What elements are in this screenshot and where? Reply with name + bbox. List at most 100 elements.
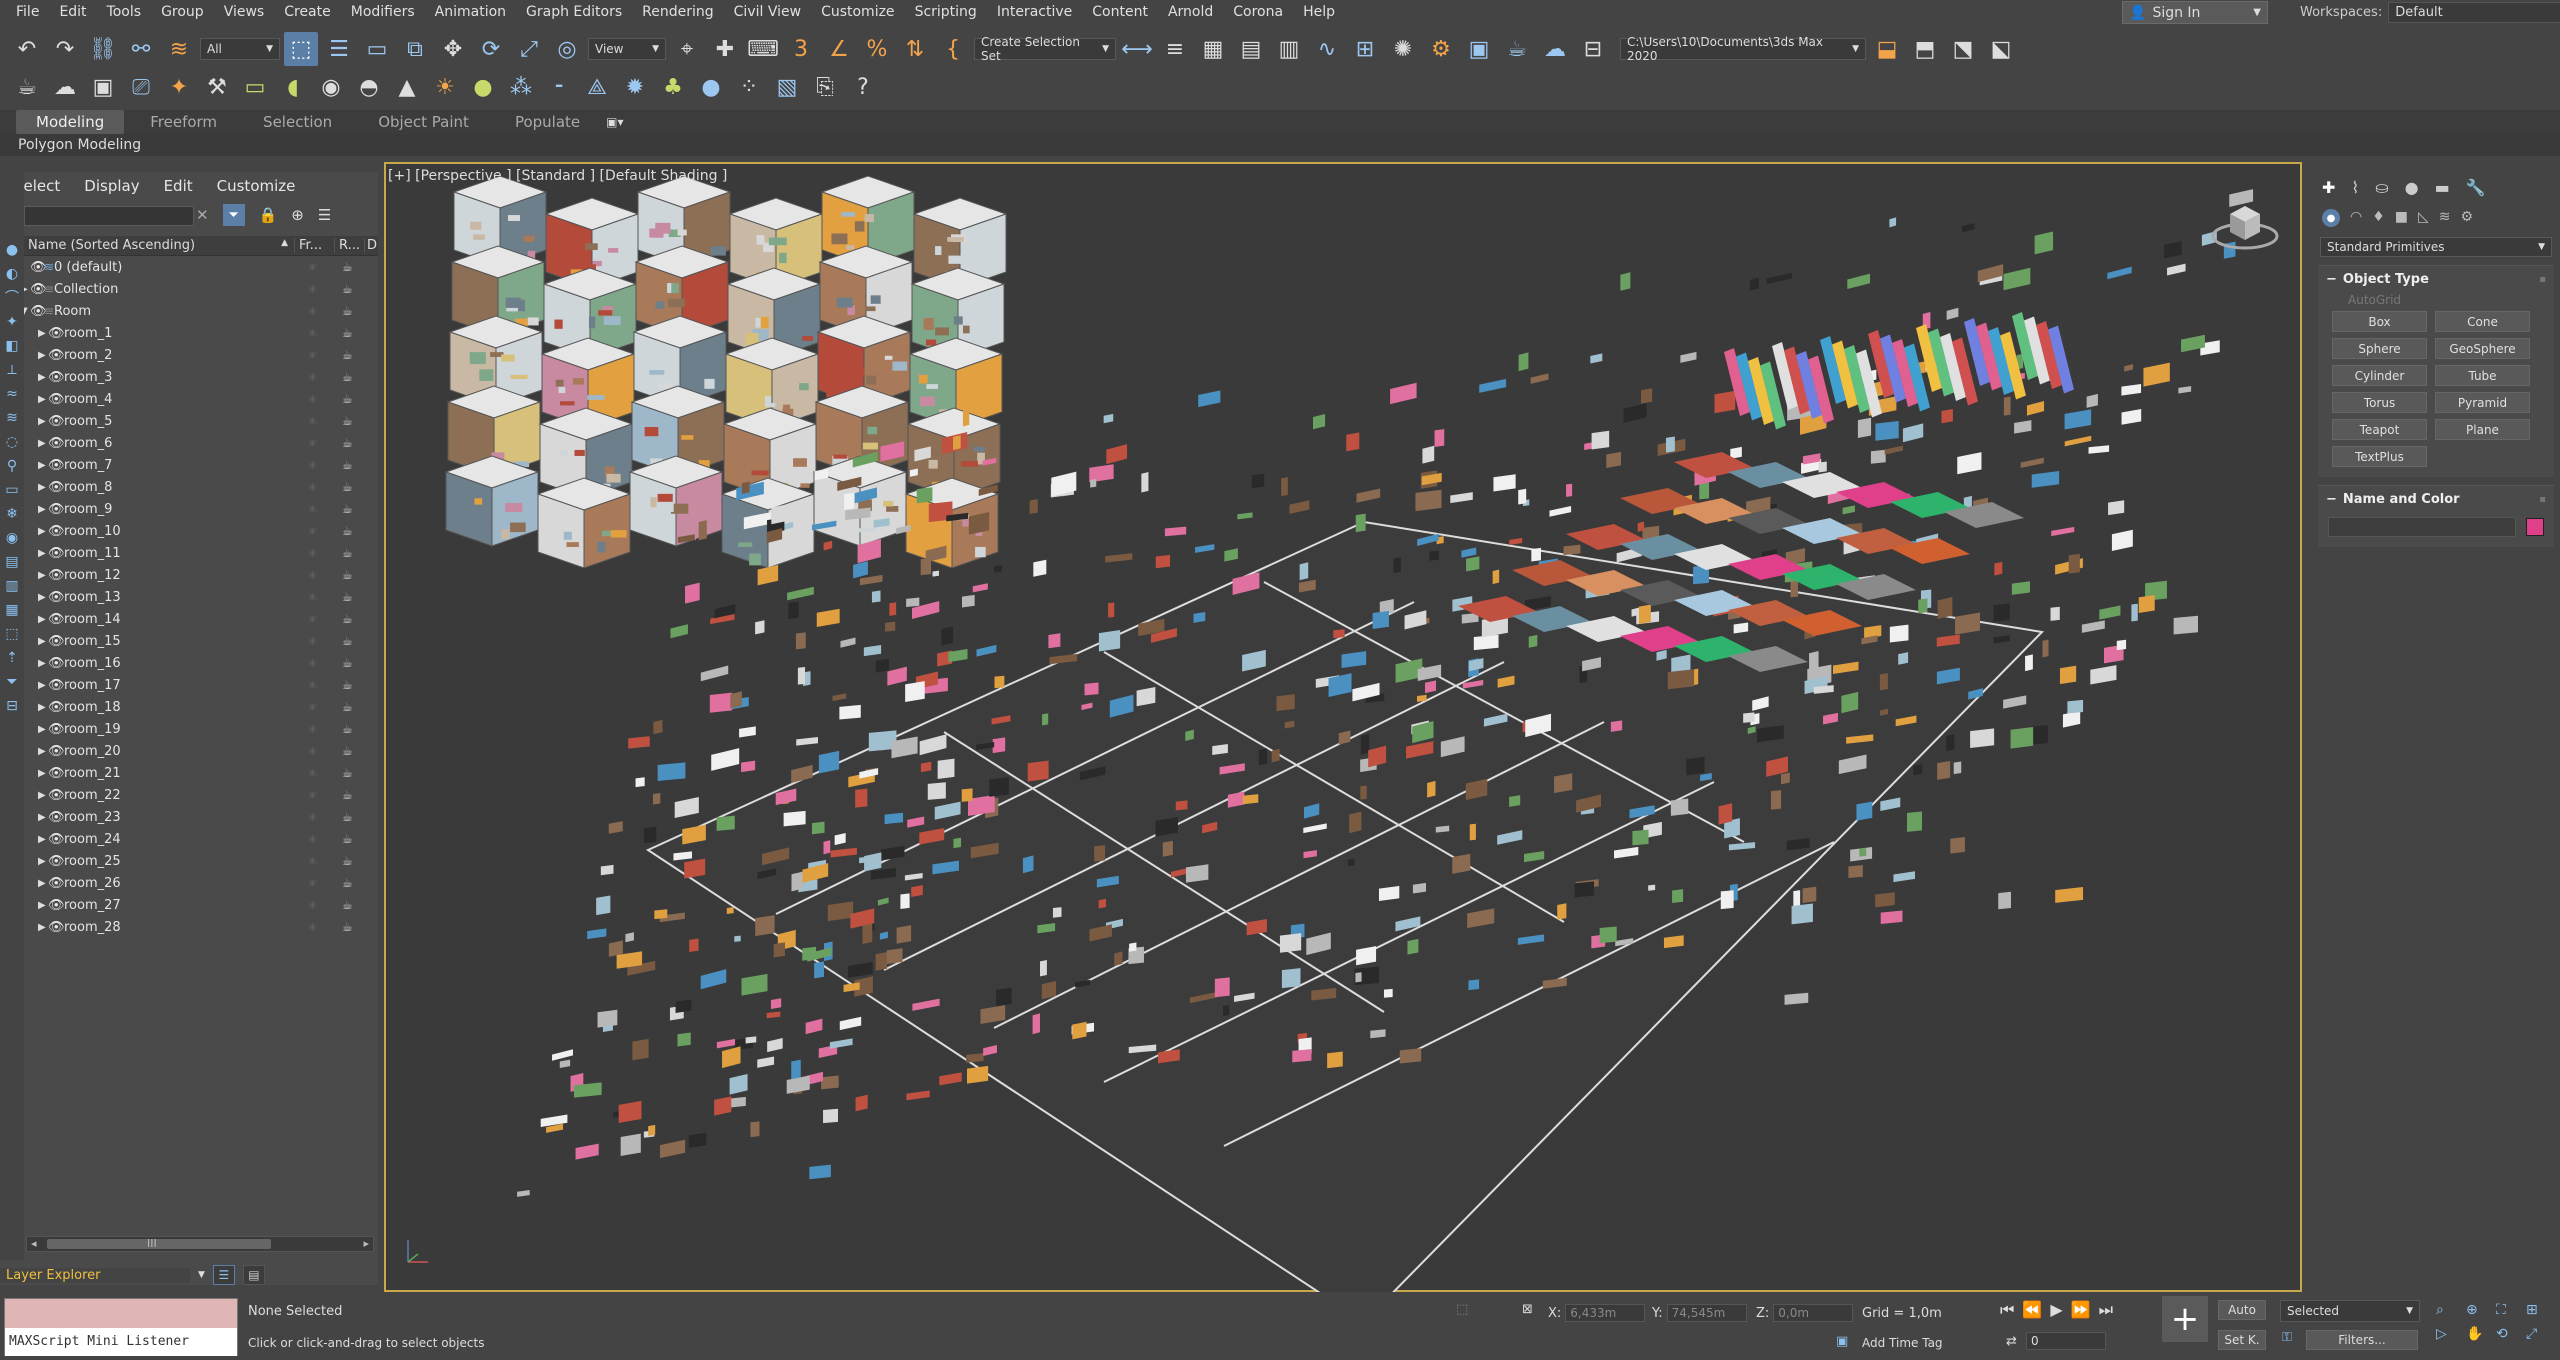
modify-tab-icon[interactable]: ⌇ xyxy=(2351,178,2359,197)
menu-item-create[interactable]: Create xyxy=(274,0,341,25)
selection-lock-icon[interactable]: ⊠ xyxy=(1522,1302,1533,1317)
renderable-teapot-icon[interactable]: ☕ xyxy=(342,678,353,692)
zoom-extents-icon[interactable]: ⛶ xyxy=(2496,1302,2526,1318)
freeze-icon[interactable]: ✳ xyxy=(308,877,317,890)
freeze-icon[interactable]: ✳ xyxy=(308,437,317,450)
rendered-frame-window-icon[interactable]: ▣ xyxy=(1462,32,1496,66)
expand-icon[interactable]: ▶ xyxy=(38,438,48,449)
place-icon[interactable]: ◎ xyxy=(550,32,584,66)
y-value-field[interactable]: 74,545m xyxy=(1666,1304,1747,1322)
explorer-row[interactable]: ▶ 👁 room_19 ✳ ☕ xyxy=(24,718,378,740)
visibility-eye-icon[interactable]: 👁 xyxy=(48,326,65,341)
menu-item-tools[interactable]: Tools xyxy=(97,0,152,25)
renderable-teapot-icon[interactable]: ☕ xyxy=(342,370,353,384)
menu-item-scripting[interactable]: Scripting xyxy=(905,0,987,25)
named-selection-sets-dropdown[interactable]: Create Selection Set ▼ xyxy=(974,35,1116,63)
visibility-eye-icon[interactable]: 👁 xyxy=(48,370,65,385)
renderable-teapot-icon[interactable]: ☕ xyxy=(342,898,353,912)
renderable-teapot-icon[interactable]: ☕ xyxy=(342,524,353,538)
freeze-icon[interactable]: ✳ xyxy=(308,723,317,736)
ribbon-tab-modeling[interactable]: Modeling xyxy=(16,110,125,134)
add-time-tag[interactable]: Add Time Tag xyxy=(1862,1336,1943,1350)
primitive-plane-button[interactable]: Plane xyxy=(2435,419,2530,440)
freeze-icon[interactable]: ✳ xyxy=(308,459,317,472)
renderable-teapot-icon[interactable]: ☕ xyxy=(342,656,353,670)
selection-filter-dropdown[interactable]: All ▼ xyxy=(200,38,280,60)
name-color-header[interactable]: − Name and Color ▪ xyxy=(2318,486,2554,513)
explorer-row[interactable]: ▶ 👁 room_16 ✳ ☕ xyxy=(24,652,378,674)
freeze-icon[interactable]: ✳ xyxy=(308,349,317,362)
explorer-menu-edit[interactable]: Edit xyxy=(164,177,193,195)
explorer-row[interactable]: ▶ 👁 room_26 ✳ ☕ xyxy=(24,872,378,894)
render-production-icon[interactable]: ☕ xyxy=(1500,32,1534,66)
renderable-teapot-icon[interactable]: ☕ xyxy=(342,568,353,582)
renderable-teapot-icon[interactable]: ☕ xyxy=(342,480,353,494)
motion-tab-icon[interactable]: ● xyxy=(2405,178,2419,197)
corona-sphere-light-icon[interactable]: ◉ xyxy=(314,70,348,104)
explorer-row[interactable]: ▶ 👁 room_2 ✳ ☕ xyxy=(24,344,378,366)
utilities-tab-icon[interactable]: 🔧 xyxy=(2466,178,2486,197)
explorer-menu-display[interactable]: Display xyxy=(84,177,139,195)
menu-item-help[interactable]: Help xyxy=(1293,0,1345,25)
link-icon[interactable]: ⛓ xyxy=(86,32,120,66)
sync-selection-icon[interactable]: ⇡ xyxy=(4,650,20,666)
explorer-row[interactable]: ▶ 👁 room_20 ✳ ☕ xyxy=(24,740,378,762)
curve-editor-icon[interactable]: ∿ xyxy=(1310,32,1344,66)
visibility-eye-icon[interactable]: 👁 xyxy=(48,634,65,649)
explorer-row[interactable]: ▶ 👁 room_13 ✳ ☕ xyxy=(24,586,378,608)
explorer-search-input[interactable] xyxy=(24,206,194,226)
corona-displace-icon[interactable]: ♣ xyxy=(656,70,690,104)
toggle-ribbon-icon[interactable]: ▥ xyxy=(1272,32,1306,66)
freeze-icon[interactable]: ✳ xyxy=(308,415,317,428)
filter-icon[interactable]: ⏷ xyxy=(222,204,245,226)
clear-search-icon[interactable]: ✕ xyxy=(196,206,209,224)
explorer-row[interactable]: ▶ 👁 room_3 ✳ ☕ xyxy=(24,366,378,388)
expand-icon[interactable]: ▶ xyxy=(38,636,48,647)
visibility-eye-icon[interactable]: 👁 xyxy=(48,656,65,671)
freeze-icon[interactable]: ✳ xyxy=(308,327,317,340)
primitive-tube-button[interactable]: Tube xyxy=(2435,365,2530,386)
visibility-eye-icon[interactable]: 👁 xyxy=(48,524,65,539)
scene-toggle-icon[interactable]: ▤ xyxy=(242,1265,265,1285)
visibility-eye-icon[interactable]: 👁 xyxy=(48,766,65,781)
object-type-header[interactable]: − Object Type ▪ xyxy=(2318,266,2554,293)
isolate-icon[interactable]: ⬚ xyxy=(1456,1302,1468,1317)
expand-icon[interactable]: ▶ xyxy=(38,812,48,823)
pan-icon[interactable]: ✋ xyxy=(2466,1326,2496,1342)
column-d[interactable]: D xyxy=(364,238,378,253)
explorer-row[interactable]: ▶ 👁 room_18 ✳ ☕ xyxy=(24,696,378,718)
renderable-teapot-icon[interactable]: ☕ xyxy=(342,282,353,296)
freeze-icon[interactable]: ✳ xyxy=(308,481,317,494)
expand-icon[interactable]: ▶ xyxy=(38,482,48,493)
freeze-icon[interactable]: ✳ xyxy=(308,569,317,582)
next-frame-icon[interactable]: ⏩ xyxy=(2071,1300,2091,1320)
spinner-snap-icon[interactable]: ⇅ xyxy=(898,32,932,66)
help-icon[interactable]: ? xyxy=(846,70,880,104)
corona-disk-light-icon[interactable]: ◖ xyxy=(276,70,310,104)
corona-cone-icon[interactable]: ▲ xyxy=(390,70,424,104)
corona-light-icon[interactable]: ✦ xyxy=(162,70,196,104)
explorer-row[interactable]: ▶ 👁 room_28 ✳ ☕ xyxy=(24,916,378,938)
pivot-center-icon[interactable]: ⌖ xyxy=(670,32,704,66)
project-folder-dropdown[interactable]: C:\Users\10\Documents\3ds Max 2020 ▼ xyxy=(1620,35,1866,63)
visibility-eye-icon[interactable]: 👁 xyxy=(48,612,65,627)
snaps-toggle-icon[interactable]: 3 xyxy=(784,32,818,66)
corona-teapot-icon[interactable]: ☕ xyxy=(10,70,44,104)
expand-icon[interactable]: ▶ xyxy=(38,614,48,625)
project-tool-4-icon[interactable]: ⬕ xyxy=(1984,32,2018,66)
explorer-menu-customize[interactable]: Customize xyxy=(217,177,296,195)
explorer-row[interactable]: ▶ 👁 room_22 ✳ ☕ xyxy=(24,784,378,806)
menu-item-rendering[interactable]: Rendering xyxy=(632,0,724,25)
create-tab-icon[interactable]: ✚ xyxy=(2322,178,2335,197)
column-freeze[interactable]: Fr... xyxy=(294,238,334,253)
visibility-eye-icon[interactable]: 👁 xyxy=(48,502,65,517)
expand-icon[interactable]: ▶ xyxy=(38,394,48,405)
menu-item-modifiers[interactable]: Modifiers xyxy=(341,0,425,25)
object-name-input[interactable] xyxy=(2328,517,2517,537)
create-layer-icon[interactable]: ⊕ xyxy=(291,206,304,224)
explorer-row[interactable]: 👁 ≋ 0 (default) ✳ ☕ xyxy=(24,256,378,278)
explorer-row[interactable]: ▶ 👁 room_15 ✳ ☕ xyxy=(24,630,378,652)
select-manipulate-icon[interactable]: ✚ xyxy=(708,32,742,66)
freeze-icon[interactable]: ✳ xyxy=(308,833,317,846)
freeze-icon[interactable]: ✳ xyxy=(308,701,317,714)
